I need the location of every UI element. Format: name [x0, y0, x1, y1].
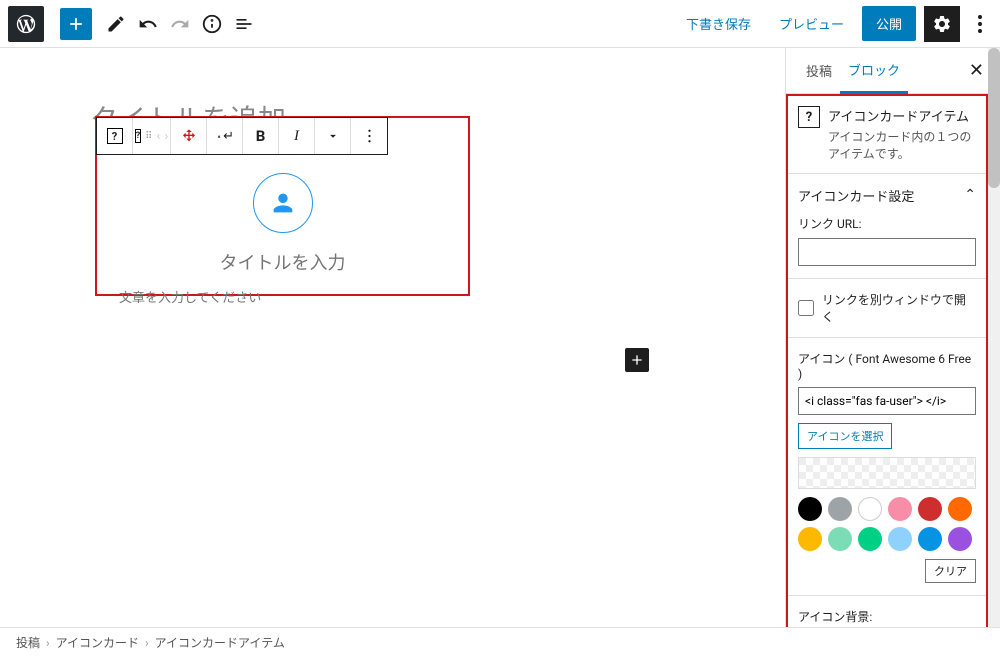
settings-button[interactable]: [924, 6, 960, 42]
crumb-1[interactable]: アイコンカード: [56, 634, 139, 651]
tab-block[interactable]: ブロック: [840, 48, 908, 94]
block-toolbar: ? ? ⠿ ‹› ↵ B I: [96, 117, 388, 155]
undo-icon[interactable]: [132, 8, 164, 40]
move-icon[interactable]: [171, 118, 207, 154]
link-url-label: リンク URL:: [798, 215, 976, 232]
icon-class-input[interactable]: [798, 387, 976, 415]
link-url-input[interactable]: [798, 238, 976, 266]
color-swatch[interactable]: [858, 527, 882, 551]
block-type-icon: ?: [798, 106, 820, 128]
color-swatches: [798, 497, 976, 551]
block-desc-label: アイコンカード内の１つのアイテムです。: [828, 129, 976, 163]
chevron-down-icon[interactable]: [315, 118, 351, 154]
redo-icon[interactable]: [164, 8, 196, 40]
card-icon-preview: [253, 173, 313, 233]
editor-canvas[interactable]: タイトルを追加 ? ? ⠿ ‹› ↵ B I タイトルを入力 文章を入力してくだ…: [0, 48, 785, 627]
icon-card-block[interactable]: ? ? ⠿ ‹› ↵ B I タイトルを入力 文章を入力してください: [95, 116, 470, 296]
breadcrumb: 投稿 › アイコンカード › アイコンカードアイテム: [0, 627, 1000, 657]
publish-button[interactable]: 公開: [862, 6, 916, 41]
edit-tool-icon[interactable]: [100, 8, 132, 40]
block-nav-group[interactable]: ? ⠿ ‹›: [133, 118, 171, 154]
select-icon-button[interactable]: アイコンを選択: [798, 423, 892, 449]
scrollbar-track[interactable]: [988, 48, 1000, 627]
color-swatch[interactable]: [858, 497, 882, 521]
new-window-checkbox[interactable]: リンクを別ウィンドウで開く: [798, 291, 976, 325]
color-swatch[interactable]: [888, 527, 912, 551]
settings-sidebar: 投稿 ブロック ✕ ? アイコンカードアイテム アイコンカード内の１つのアイテム…: [785, 48, 1000, 627]
color-swatch[interactable]: [828, 497, 852, 521]
add-block-button[interactable]: [60, 8, 92, 40]
user-icon: [269, 189, 297, 217]
close-icon[interactable]: ✕: [965, 56, 988, 85]
info-icon[interactable]: [196, 8, 228, 40]
block-name-label: アイコンカードアイテム: [828, 106, 976, 125]
bold-button[interactable]: B: [243, 118, 279, 154]
italic-button[interactable]: I: [279, 118, 315, 154]
sidebar-tabs: 投稿 ブロック ✕: [786, 48, 1000, 94]
save-draft-button[interactable]: 下書き保存: [676, 8, 761, 39]
clear-color-button[interactable]: クリア: [925, 559, 976, 583]
card-text-input[interactable]: 文章を入力してください: [119, 287, 468, 306]
color-swatch[interactable]: [888, 497, 912, 521]
panel-settings-toggle[interactable]: アイコンカード設定⌃: [798, 186, 976, 205]
add-block-inline-button[interactable]: [625, 348, 649, 372]
outline-icon[interactable]: [228, 8, 260, 40]
crumb-0[interactable]: 投稿: [16, 634, 40, 651]
color-swatch[interactable]: [798, 527, 822, 551]
color-swatch[interactable]: [948, 497, 972, 521]
color-preview: [798, 457, 976, 489]
color-swatch[interactable]: [948, 527, 972, 551]
color-swatch[interactable]: [798, 497, 822, 521]
card-title-input[interactable]: タイトルを入力: [97, 249, 468, 275]
wordpress-logo[interactable]: [8, 6, 44, 42]
tab-post[interactable]: 投稿: [798, 49, 840, 92]
crumb-2[interactable]: アイコンカードアイテム: [155, 634, 285, 651]
block-type-icon[interactable]: ?: [97, 118, 133, 154]
preview-button[interactable]: プレビュー: [769, 8, 854, 39]
color-swatch[interactable]: [828, 527, 852, 551]
icon-bg-label: アイコン背景:: [798, 608, 976, 625]
topbar: 下書き保存 プレビュー 公開: [0, 0, 1000, 48]
block-info: ? アイコンカードアイテム アイコンカード内の１つのアイテムです。: [788, 96, 986, 173]
color-swatch[interactable]: [918, 497, 942, 521]
icon-field-label: アイコン ( Font Awesome 6 Free ): [798, 350, 976, 381]
scrollbar-thumb[interactable]: [988, 48, 1000, 188]
color-swatch[interactable]: [918, 527, 942, 551]
more-icon[interactable]: [351, 118, 387, 154]
paragraph-icon[interactable]: ↵: [207, 118, 243, 154]
more-options-icon[interactable]: [968, 6, 992, 42]
